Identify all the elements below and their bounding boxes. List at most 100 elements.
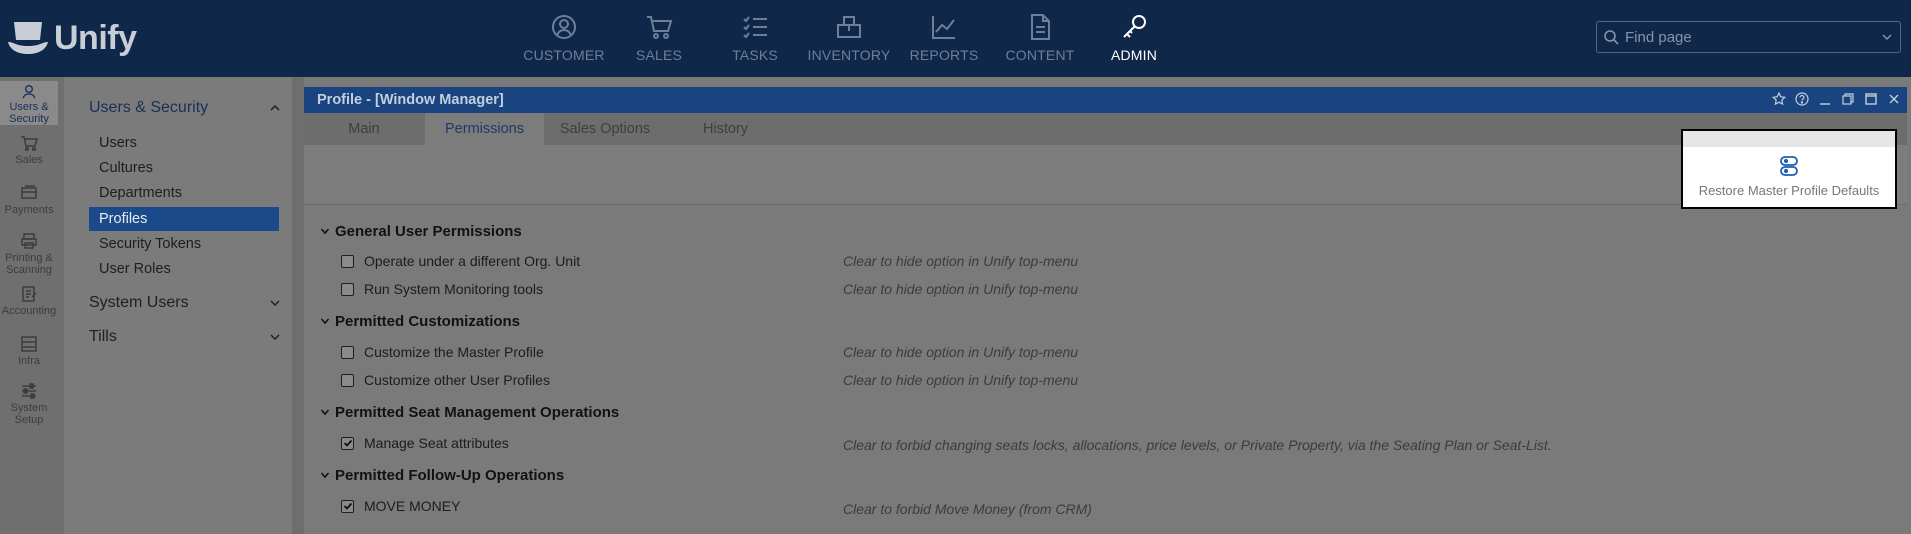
help-button[interactable]	[1795, 92, 1809, 106]
restore-master-profile-defaults-button[interactable]: Restore Master Profile Defaults	[1681, 129, 1897, 209]
subnav-item-user-roles[interactable]: User Roles	[89, 257, 279, 281]
nav-label: INVENTORY	[807, 47, 891, 63]
subnav-item-profiles[interactable]: Profiles	[89, 207, 279, 231]
rail-label: Printing & Scanning	[5, 252, 53, 276]
rail-label: System Setup	[10, 402, 48, 426]
nav-customer[interactable]: CUSTOMER	[509, 0, 619, 77]
option-hint: Clear to hide option in Unify top-menu	[843, 372, 1079, 388]
subnav-item-users[interactable]: Users	[89, 131, 279, 155]
tab-permissions[interactable]: Permissions	[425, 113, 544, 145]
app-name: Unify	[54, 18, 137, 57]
reports-icon	[932, 16, 955, 39]
rail-infra[interactable]: Infra	[0, 335, 58, 367]
user-icon	[22, 85, 36, 99]
option-label: Run System Monitoring tools	[364, 281, 543, 297]
checkbox-manage-seat-attributes[interactable]	[341, 436, 354, 450]
inventory-icon	[837, 16, 861, 38]
rail-payments[interactable]: Payments	[0, 184, 58, 216]
checkbox-run-monitoring-tools[interactable]	[341, 282, 354, 296]
cart-icon	[21, 136, 38, 152]
subnav-item-security-tokens[interactable]: Security Tokens	[89, 232, 279, 256]
chevron-down-icon	[320, 472, 330, 479]
database-restore-icon	[1780, 155, 1798, 176]
favorite-button[interactable]	[1772, 92, 1786, 106]
checkbox-operate-org-unit[interactable]	[341, 254, 354, 268]
option-hint: Clear to hide option in Unify top-menu	[843, 281, 1079, 297]
subnav-group-tills[interactable]: Tills	[89, 325, 289, 349]
logo[interactable]: Unify	[6, 16, 137, 60]
nav-reports[interactable]: REPORTS	[889, 0, 999, 77]
chevron-down-icon[interactable]	[1880, 30, 1894, 44]
close-button[interactable]	[1887, 92, 1901, 106]
rail-users-security[interactable]: Users & Security	[0, 81, 58, 125]
tab-sales-options[interactable]: Sales Options	[545, 113, 665, 145]
checkbox-customize-other-profiles[interactable]	[341, 373, 354, 387]
tab-history[interactable]: History	[666, 113, 785, 145]
search-icon	[1604, 30, 1619, 45]
minimize-button[interactable]	[1818, 92, 1832, 106]
close-icon	[1889, 94, 1899, 104]
nav-admin[interactable]: ADMIN	[1079, 0, 1189, 77]
nav-label: CONTENT	[1005, 47, 1075, 63]
restore-window-button[interactable]	[1841, 92, 1855, 106]
restore-button-label: Restore Master Profile Defaults	[1698, 182, 1880, 198]
maximize-icon	[1865, 93, 1877, 105]
rail-sales[interactable]: Sales	[0, 134, 58, 166]
rail-printing-scanning[interactable]: Printing & Scanning	[0, 232, 58, 276]
restore-window-icon	[1842, 93, 1854, 105]
option-row: MOVE MONEY	[341, 496, 460, 516]
tab-main[interactable]: Main	[304, 113, 424, 145]
subnav-item-departments[interactable]: Departments	[89, 181, 279, 205]
option-row: Operate under a different Org. Unit	[341, 251, 580, 271]
subnav-item-cultures[interactable]: Cultures	[89, 156, 279, 180]
nav-label: ADMIN	[1110, 47, 1158, 63]
subnav-group-title: Users & Security	[89, 99, 209, 116]
nav-inventory[interactable]: INVENTORY	[794, 0, 904, 77]
chevron-down-icon	[320, 228, 330, 235]
subnav-group-title: System Users	[89, 294, 189, 311]
subnav-group-system-users[interactable]: System Users	[89, 291, 289, 315]
rail-accounting[interactable]: Accounting	[0, 285, 58, 317]
option-row: Customize other User Profiles	[341, 370, 550, 390]
top-bar: Unify CUSTOMER SALES TASKS INVENTORY REP…	[0, 0, 1911, 77]
nav-sales[interactable]: SALES	[604, 0, 714, 77]
window-controls	[1772, 92, 1901, 106]
option-label: Customize the Master Profile	[364, 344, 544, 360]
option-row: Customize the Master Profile	[341, 342, 544, 362]
section-title: Permitted Customizations	[335, 312, 521, 330]
payments-icon	[21, 185, 37, 199]
maximize-button[interactable]	[1864, 92, 1878, 106]
option-label: MOVE MONEY	[364, 498, 461, 514]
window-toolbar	[304, 145, 1907, 205]
rail-system-setup[interactable]: System Setup	[0, 382, 58, 426]
section-seat-management[interactable]: Permitted Seat Management Operations	[320, 401, 619, 423]
checkbox-move-money[interactable]	[341, 499, 354, 513]
subnav-group-users-security[interactable]: Users & Security	[89, 96, 289, 120]
restore-button-strip	[1683, 131, 1895, 147]
cart-icon	[647, 16, 673, 39]
section-follow-up-operations[interactable]: Permitted Follow-Up Operations	[320, 464, 564, 486]
section-general-user-permissions[interactable]: General User Permissions	[320, 220, 522, 242]
section-permitted-customizations[interactable]: Permitted Customizations	[320, 310, 520, 332]
checkmark-icon	[343, 502, 352, 510]
option-hint: Clear to hide option in Unify top-menu	[843, 253, 1079, 269]
infra-icon	[21, 336, 37, 352]
find-page-input[interactable]	[1625, 28, 1865, 46]
checkbox-customize-master-profile[interactable]	[341, 345, 354, 359]
section-title: Permitted Follow-Up Operations	[335, 466, 565, 484]
content-icon	[1031, 14, 1050, 40]
window-tabs: Main Permissions Sales Options History	[304, 113, 1907, 145]
panel-gap	[292, 77, 304, 534]
secondary-nav: Users & Security Users Cultures Departme…	[64, 77, 292, 534]
chevron-down-icon	[320, 409, 330, 416]
section-title: General User Permissions	[335, 222, 522, 240]
find-page-box[interactable]	[1596, 21, 1901, 53]
chevron-down-icon	[320, 318, 330, 325]
option-hint: Clear to forbid Move Money (from CRM)	[843, 501, 1092, 517]
option-row: Run System Monitoring tools	[341, 279, 543, 299]
customer-icon	[552, 15, 576, 39]
sliders-icon	[22, 383, 36, 399]
option-row: Manage Seat attributes	[341, 433, 509, 453]
rail-label: Infra	[17, 355, 40, 367]
rail-label: Users & Security	[9, 101, 49, 125]
